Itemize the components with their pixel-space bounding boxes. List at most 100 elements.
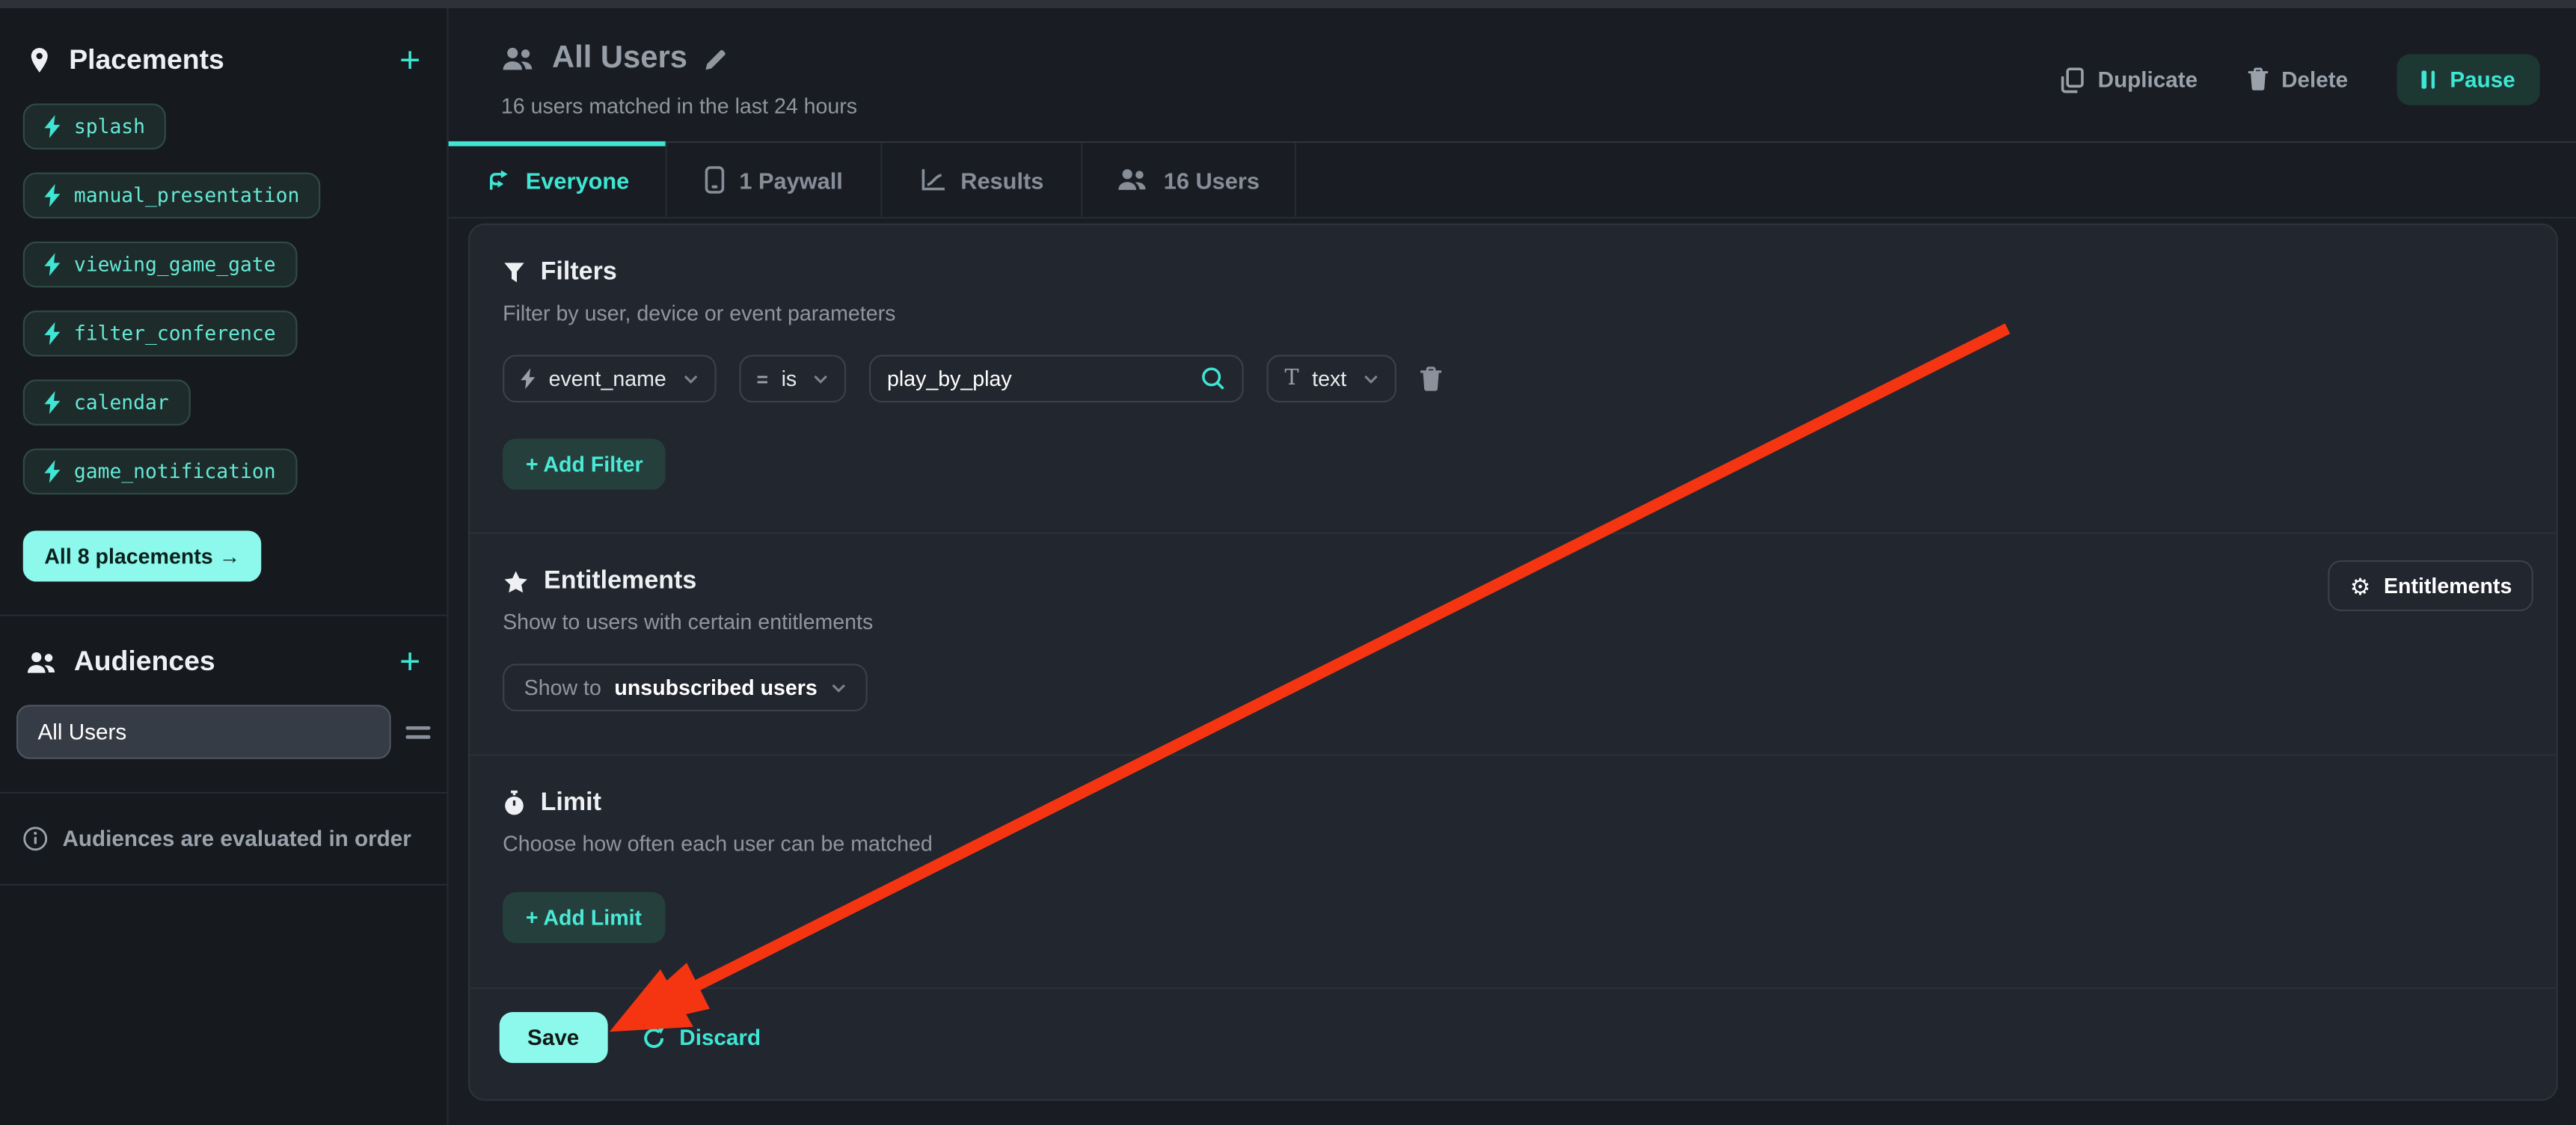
placement-chip[interactable]: splash — [23, 103, 167, 149]
equals-icon: = — [757, 367, 768, 390]
filter-field-value: event_name — [549, 367, 666, 391]
duplicate-button[interactable]: Duplicate — [2060, 67, 2198, 93]
placements-title: Placements — [69, 44, 383, 77]
filter-operator-dropdown[interactable]: = is — [738, 355, 846, 402]
bolt-icon — [521, 368, 536, 390]
placement-chip[interactable]: manual_presentation — [23, 173, 321, 218]
audience-heading: All Users 16 users matched in the last 2… — [501, 41, 857, 118]
pin-icon — [26, 46, 52, 76]
refresh-icon — [640, 1024, 666, 1050]
filter-value-inputbox — [869, 355, 1244, 402]
filters-section: Filters Filter by user, device or event … — [470, 225, 2556, 533]
bolt-icon — [44, 460, 61, 483]
add-audience-button[interactable]: + — [399, 647, 420, 677]
pause-label: Pause — [2450, 67, 2515, 92]
filter-type-value: text — [1312, 367, 1346, 391]
trash-icon — [1419, 366, 1442, 392]
all-placements-button[interactable]: All 8 placements → — [23, 530, 262, 581]
delete-label: Delete — [2281, 67, 2348, 92]
bolt-icon — [44, 115, 61, 138]
split-icon — [485, 167, 511, 193]
funnel-icon — [503, 261, 526, 284]
discard-button[interactable]: Discard — [640, 1024, 761, 1050]
sidebar: Placements + splash manual_presentation … — [0, 8, 449, 1125]
filter-field-dropdown[interactable]: event_name — [503, 355, 716, 402]
placements-header: Placements + — [0, 8, 447, 77]
save-button[interactable]: Save — [500, 1012, 607, 1063]
chevron-down-icon — [1363, 374, 1378, 384]
filter-row: event_name = is — [503, 355, 2524, 402]
placement-chip[interactable]: filter_conference — [23, 310, 297, 356]
tab-users[interactable]: 16 Users — [1082, 143, 1296, 217]
duplicate-label: Duplicate — [2098, 67, 2198, 92]
app-frame: Placements + splash manual_presentation … — [0, 8, 2576, 1125]
delete-button[interactable]: Delete — [2247, 67, 2348, 92]
pencil-icon[interactable] — [704, 47, 729, 72]
tab-paywall[interactable]: 1 Paywall — [667, 143, 883, 217]
add-placement-button[interactable]: + — [399, 46, 420, 76]
bolt-icon — [44, 391, 61, 414]
duplicate-icon — [2060, 67, 2085, 93]
audience-settings-card: Filters Filter by user, device or event … — [468, 224, 2558, 1101]
tab-label: Everyone — [526, 167, 629, 193]
search-icon[interactable] — [1201, 367, 1226, 391]
star-icon — [503, 569, 529, 594]
show-to-label: Show to — [524, 675, 601, 700]
entitlements-subtitle: Show to users with certain entitlements — [503, 610, 2524, 634]
filters-subtitle: Filter by user, device or event paramete… — [503, 301, 2524, 325]
limit-section: Limit Choose how often each user can be … — [470, 755, 2556, 985]
users-icon — [1117, 168, 1149, 192]
audience-item-all-users[interactable]: All Users — [16, 705, 391, 758]
tab-label: Results — [960, 167, 1043, 193]
tab-bar: Everyone 1 Paywall Results 16 Users — [449, 141, 2576, 218]
add-filter-button[interactable]: + Add Filter — [503, 438, 666, 489]
placement-chip-label: manual_presentation — [74, 184, 300, 207]
users-icon — [501, 46, 536, 72]
filter-value-input[interactable] — [887, 367, 1201, 391]
sidebar-empty-space — [0, 886, 447, 1125]
placements-list: splash manual_presentation viewing_game_… — [0, 77, 447, 494]
placement-chip-label: calendar — [74, 391, 169, 414]
chevron-down-icon — [813, 374, 828, 384]
add-limit-button[interactable]: + Add Limit — [503, 892, 665, 943]
audiences-note-text: Audiences are evaluated in order — [62, 827, 411, 851]
placement-chip[interactable]: game_notification — [23, 449, 297, 494]
placement-chip[interactable]: calendar — [23, 379, 191, 425]
pause-icon — [2422, 70, 2435, 88]
pause-button[interactable]: Pause — [2397, 54, 2540, 105]
matched-users-subtitle: 16 users matched in the last 24 hours — [501, 94, 857, 118]
bolt-icon — [44, 322, 61, 345]
placement-chip[interactable]: viewing_game_gate — [23, 242, 297, 287]
audience-row: All Users — [16, 705, 430, 758]
filters-title: Filters — [541, 258, 617, 288]
entitlements-section: Entitlements Show to users with certain … — [470, 534, 2556, 754]
limit-subtitle: Choose how often each user can be matche… — [503, 831, 2524, 856]
tab-everyone[interactable]: Everyone — [449, 143, 667, 217]
chevron-down-icon — [683, 374, 698, 384]
users-icon — [26, 650, 58, 675]
page-title: All Users — [552, 41, 687, 77]
stopwatch-icon — [503, 790, 526, 816]
drag-handle-icon[interactable] — [406, 726, 431, 739]
trash-icon — [2247, 67, 2269, 92]
gear-icon: ⚙ — [2350, 574, 2371, 598]
filter-operator-value: is — [782, 367, 797, 391]
main-header: All Users 16 users matched in the last 2… — [449, 8, 2576, 118]
remove-filter-button[interactable] — [1419, 366, 1442, 392]
show-to-value: unsubscribed users — [614, 675, 817, 700]
show-to-dropdown[interactable]: Show to unsubscribed users — [503, 663, 867, 711]
audiences-section: Audiences + All Users — [0, 614, 447, 791]
filter-type-dropdown[interactable]: T text — [1266, 355, 1396, 402]
entitlements-settings-button[interactable]: ⚙ Entitlements — [2328, 560, 2533, 611]
bolt-icon — [44, 253, 61, 276]
audiences-title: Audiences — [74, 646, 383, 678]
tab-label: 1 Paywall — [739, 167, 842, 193]
window-top-edge — [0, 0, 2576, 8]
card-footer: Save Discard — [470, 987, 2556, 1099]
placement-chip-label: splash — [74, 115, 145, 138]
chevron-down-icon — [830, 683, 845, 693]
main-area: All Users 16 users matched in the last 2… — [449, 8, 2576, 1125]
placement-chip-label: game_notification — [74, 460, 276, 483]
tab-results[interactable]: Results — [882, 143, 1082, 217]
tab-label: 16 Users — [1164, 167, 1260, 193]
